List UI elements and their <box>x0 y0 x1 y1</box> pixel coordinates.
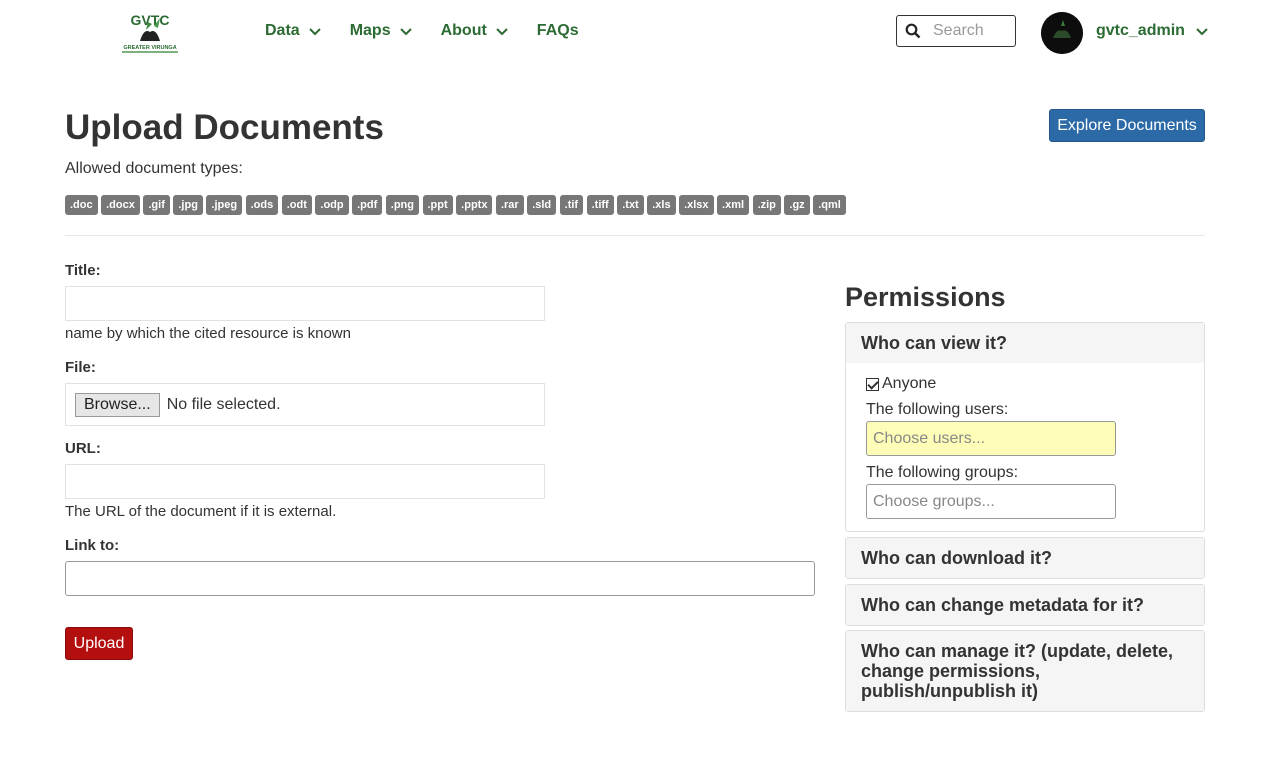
metadata-permission-panel: Who can change metadata for it? <box>845 584 1205 626</box>
file-type-badge: .xls <box>647 195 676 215</box>
top-navbar: GVTC GREATER VIRUNGA Data Maps About FAQ… <box>0 0 1267 64</box>
groups-select[interactable]: Choose groups... <box>866 484 1116 519</box>
nav-data-label: Data <box>265 22 300 39</box>
allowed-types-label: Allowed document types: <box>65 160 243 177</box>
view-permission-panel: Who can view it? Anyone The following us… <box>845 322 1205 532</box>
file-type-badge: .tiff <box>586 195 614 215</box>
link-to-label: Link to: <box>65 537 120 554</box>
download-permission-heading[interactable]: Who can download it? <box>846 538 1204 578</box>
file-type-badge: .gif <box>143 195 170 215</box>
file-type-badge: .jpeg <box>206 195 243 215</box>
file-type-badge: .png <box>385 195 419 215</box>
groups-label: The following groups: <box>866 464 1019 481</box>
users-label: The following users: <box>866 401 1009 418</box>
file-type-badge: .zip <box>752 195 781 215</box>
title-input[interactable] <box>65 286 545 321</box>
user-menu[interactable]: gvtc_admin <box>1096 22 1209 40</box>
file-type-badge: .rar <box>495 195 524 215</box>
page-title: Upload Documents <box>65 108 384 147</box>
file-type-badge: .gz <box>784 195 810 215</box>
file-type-badge: .odt <box>281 195 312 215</box>
nav-maps-label: Maps <box>349 22 391 39</box>
anyone-label: Anyone <box>882 375 937 392</box>
view-permission-heading[interactable]: Who can view it? <box>846 323 1204 363</box>
file-type-badge: .odp <box>315 195 349 215</box>
gvtc-logo[interactable]: GVTC GREATER VIRUNGA <box>118 8 182 56</box>
url-help: The URL of the document if it is externa… <box>65 503 337 520</box>
nav-about-label: About <box>440 22 487 39</box>
file-status: No file selected. <box>166 395 281 413</box>
allowed-types-list: .doc .docx .gif .jpg .jpeg .ods .odt .odp .pdf .p… <box>65 195 849 215</box>
file-type-badge: .pptx <box>456 195 493 215</box>
file-input: Browse... No file selected. <box>65 383 545 426</box>
url-label: URL: <box>65 440 101 457</box>
browse-button[interactable]: Browse... <box>75 392 160 417</box>
explore-documents-button[interactable]: Explore Documents <box>1049 109 1205 142</box>
url-input[interactable] <box>65 464 545 499</box>
file-type-badge: .txt <box>617 195 644 215</box>
chevron-down-icon <box>308 28 321 36</box>
file-type-badge: .ppt <box>422 195 453 215</box>
manage-permission-panel: Who can manage it? (update, delete, chan… <box>845 630 1205 712</box>
upload-button[interactable]: Upload <box>65 627 133 660</box>
search-input[interactable]: Search <box>896 15 1016 47</box>
chevron-down-icon <box>496 28 508 36</box>
title-label: Title: <box>65 262 101 279</box>
permissions-title: Permissions <box>845 282 1006 312</box>
file-type-badge: .qml <box>813 195 846 215</box>
groups-placeholder: Choose groups... <box>873 492 995 510</box>
nav-faqs-label: FAQs <box>536 22 579 39</box>
nav-faqs[interactable]: FAQs <box>537 22 579 40</box>
search-icon <box>905 23 921 39</box>
file-type-badge: .docx <box>101 195 140 215</box>
file-type-badge: .xml <box>717 195 750 215</box>
file-type-badge: .jpg <box>173 195 203 215</box>
svg-text:GREATER VIRUNGA: GREATER VIRUNGA <box>123 45 176 51</box>
file-type-badge: .sld <box>527 195 557 215</box>
link-to-input[interactable] <box>65 561 815 596</box>
nav-data[interactable]: Data <box>265 22 322 40</box>
search-placeholder: Search <box>933 22 984 39</box>
divider <box>65 235 1205 236</box>
users-select[interactable]: Choose users... <box>866 421 1116 456</box>
view-permission-body: Anyone The following users: Choose users… <box>846 363 1204 531</box>
nav-maps[interactable]: Maps <box>350 22 413 40</box>
file-type-badge: .tif <box>559 195 584 215</box>
anyone-checkbox-row: Anyone <box>866 375 1184 393</box>
anyone-checkbox[interactable] <box>866 377 879 391</box>
file-type-badge: .doc <box>65 195 98 215</box>
manage-permission-heading[interactable]: Who can manage it? (update, delete, chan… <box>846 631 1204 711</box>
file-type-badge: .ods <box>245 195 279 215</box>
main-nav: Data Maps About FAQs <box>265 22 607 40</box>
file-type-badge: .xlsx <box>679 195 714 215</box>
title-help: name by which the cited resource is know… <box>65 325 351 342</box>
file-type-badge: .pdf <box>352 195 383 215</box>
metadata-permission-heading[interactable]: Who can change metadata for it? <box>846 585 1204 625</box>
username: gvtc_admin <box>1096 22 1185 39</box>
chevron-down-icon <box>1196 28 1208 36</box>
download-permission-panel: Who can download it? <box>845 537 1205 579</box>
file-label: File: <box>65 359 96 376</box>
nav-about[interactable]: About <box>441 22 509 40</box>
avatar[interactable] <box>1041 12 1083 54</box>
chevron-down-icon <box>399 28 412 36</box>
users-placeholder: Choose users... <box>873 429 986 447</box>
